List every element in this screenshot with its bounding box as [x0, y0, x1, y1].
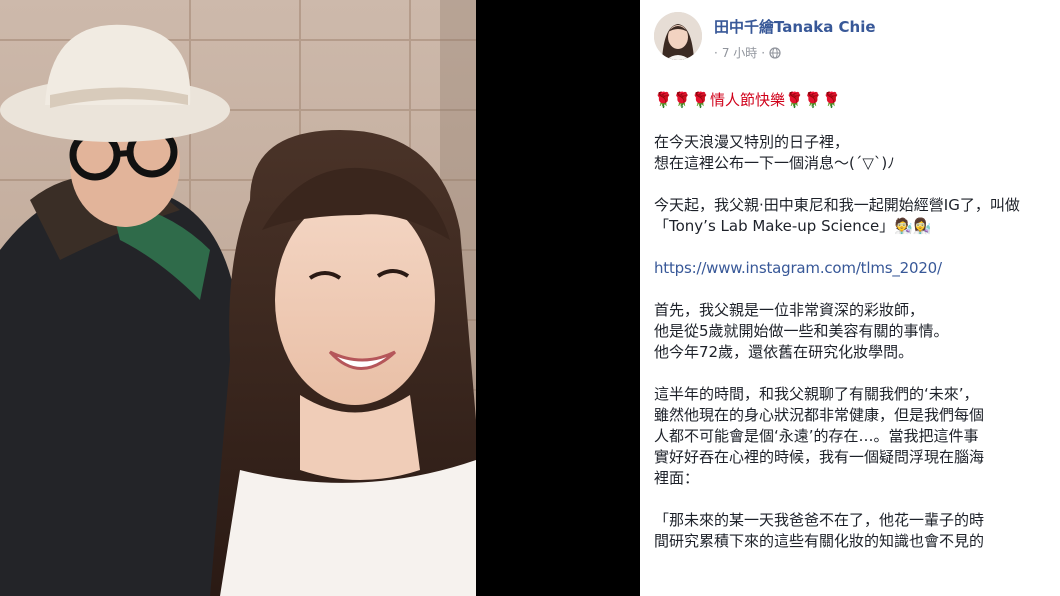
- photo-illustration: [0, 0, 476, 596]
- post-paragraph-future: 這半年的時間，和我父親聊了有關我們的‘未來’， 雖然他現在的身心狀況都非常健康，…: [654, 385, 985, 487]
- globe-icon[interactable]: [769, 46, 781, 59]
- avatar-image: [654, 12, 702, 60]
- avatar[interactable]: [654, 12, 702, 60]
- post-paragraph-announcement: 今天起，我父親·田中東尼和我一起開始經營IG了，叫做「Tony’s Lab Ma…: [654, 196, 1020, 235]
- meta-separator: ·: [761, 45, 766, 60]
- post-paragraph-intro: 在今天浪漫又特別的日子裡， 想在這裡公布一下一個消息～(´▽`)ﾉ: [654, 133, 895, 172]
- post-meta: · 7 小時 ·: [714, 44, 781, 61]
- author-name[interactable]: 田中千繪Tanaka Chie: [714, 16, 876, 37]
- post-paragraph-father: 首先，我父親是一位非常資深的彩妝師， 他是從5歲就開始做一些和美容有關的事情。 …: [654, 301, 949, 361]
- post-panel: 田中千繪Tanaka Chie · 7 小時 · 🌹🌹🌹情人節快樂🌹🌹🌹 在今天…: [640, 0, 1060, 596]
- post-paragraph-greeting: 🌹🌹🌹情人節快樂🌹🌹🌹: [654, 91, 842, 109]
- meta-prefix: ·: [714, 45, 718, 60]
- post-paragraph-question: 「那未來的某一天我爸爸不在了，他花一輩子的時 間研究累積下來的這些有關化妝的知識…: [654, 511, 985, 550]
- post-paragraph-link: https://www.instagram.com/tlms_2020/: [654, 258, 1054, 279]
- post-photo[interactable]: [0, 0, 476, 596]
- post-timestamp[interactable]: 7 小時: [722, 44, 757, 61]
- photo-viewer: [0, 0, 640, 596]
- instagram-link[interactable]: https://www.instagram.com/tlms_2020/: [654, 259, 942, 277]
- post-text: 🌹🌹🌹情人節快樂🌹🌹🌹 在今天浪漫又特別的日子裡， 想在這裡公布一下一個消息～(…: [654, 90, 1054, 573]
- post-header: 田中千繪Tanaka Chie · 7 小時 ·: [654, 10, 1048, 66]
